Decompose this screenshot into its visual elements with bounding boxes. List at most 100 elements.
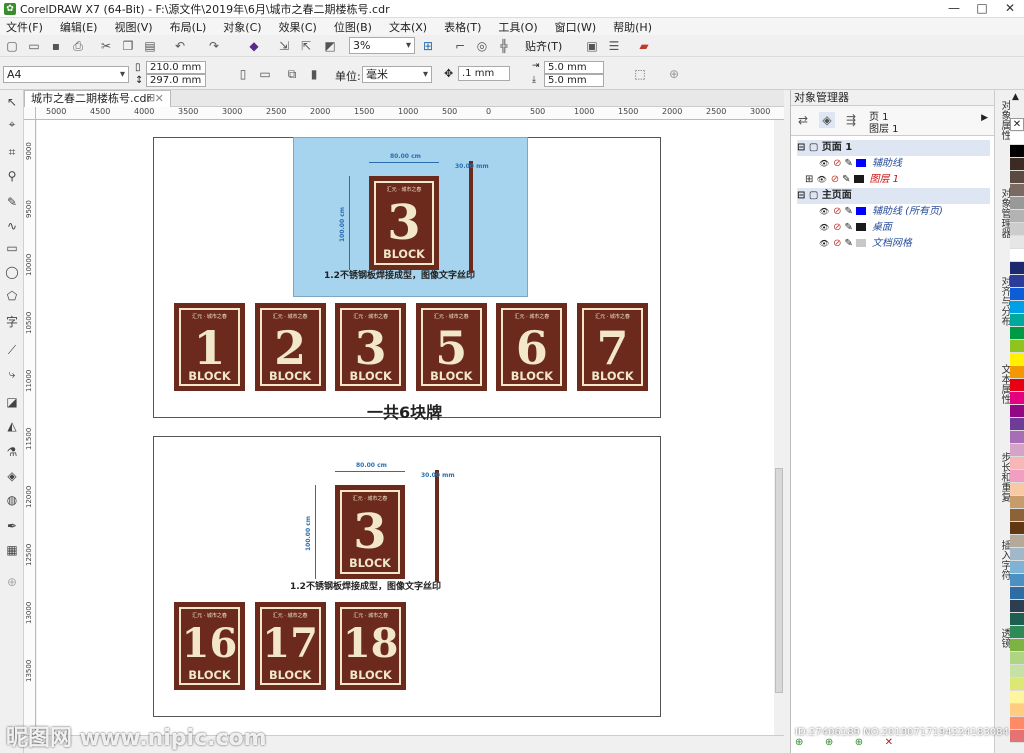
interactive-fill-icon[interactable]: ◈ — [4, 468, 20, 484]
freehand-tool-icon[interactable]: ✎ — [4, 194, 20, 210]
palette-swatch[interactable] — [1010, 483, 1024, 496]
vertical-scrollbar[interactable] — [774, 120, 784, 735]
palette-swatch[interactable] — [1010, 470, 1024, 483]
palette-swatch[interactable] — [1010, 366, 1024, 379]
duplicate-distance-y-field[interactable]: 5.0 mm — [544, 74, 604, 87]
palette-swatch[interactable] — [1010, 600, 1024, 613]
editable-pencil-icon[interactable]: ✎ — [845, 238, 853, 249]
editable-pencil-icon[interactable]: ✎ — [845, 206, 853, 217]
sample-plaque[interactable]: 汇元 · 城市之春 3 BLOCK — [369, 176, 439, 270]
layer-row[interactable]: 👁 ⊘ ✎ 辅助线 — [797, 156, 990, 172]
palette-swatch[interactable] — [1010, 691, 1024, 704]
close-button[interactable]: ✕ — [996, 0, 1024, 18]
snap-to-button[interactable]: 贴齐(T) — [525, 38, 562, 54]
palette-swatch[interactable] — [1010, 145, 1024, 158]
new-layer-icon[interactable]: ⊕ — [795, 737, 803, 748]
search-content-icon[interactable]: ◆ — [246, 38, 262, 54]
visibility-eye-icon[interactable]: 👁 — [819, 159, 829, 168]
palette-swatch[interactable] — [1010, 652, 1024, 665]
palette-swatch[interactable] — [1010, 223, 1024, 236]
plaque-3[interactable]: 汇元 · 城市之春 3 BLOCK — [335, 303, 407, 391]
paste-icon[interactable]: ▤ — [142, 38, 158, 54]
zoom-level-select[interactable]: 3% — [349, 37, 415, 54]
show-grid-icon[interactable]: ◎ — [474, 38, 490, 54]
print-icon[interactable]: ⎙ — [70, 38, 86, 54]
current-page-icon[interactable]: ▮ — [306, 66, 322, 82]
collapse-toggle-icon[interactable]: ⊟ — [797, 190, 809, 201]
sample-plaque[interactable]: 汇元 · 城市之春 3 BLOCK — [335, 485, 405, 579]
delete-icon[interactable]: ✕ — [885, 737, 893, 748]
palette-swatch[interactable] — [1010, 613, 1024, 626]
pick-tool-icon[interactable]: ↖ — [4, 94, 20, 110]
plaque-2[interactable]: 汇元 · 城市之春 2 BLOCK — [254, 303, 326, 391]
save-icon[interactable]: ▪ — [48, 38, 64, 54]
new-master-layer-icon[interactable]: ⊕ — [825, 737, 833, 748]
landscape-icon[interactable]: ▭ — [257, 66, 273, 82]
plaque-1[interactable]: 汇元 · 城市之春 1 BLOCK — [174, 303, 245, 391]
ruler-origin[interactable] — [24, 107, 36, 120]
application-launcher-icon[interactable]: ▰ — [636, 38, 652, 54]
add-tool-icon[interactable]: ⊕ — [4, 574, 20, 590]
palette-swatch[interactable] — [1010, 197, 1024, 210]
menu-text[interactable]: 文本(X) — [389, 19, 427, 35]
minimize-button[interactable]: — — [940, 0, 968, 18]
smart-fill-icon[interactable]: ◍ — [4, 492, 20, 508]
show-rulers-icon[interactable]: ⌐ — [452, 38, 468, 54]
menu-view[interactable]: 视图(V) — [114, 19, 152, 35]
expand-toggle-icon[interactable]: ⊞ — [805, 174, 817, 185]
visibility-eye-icon[interactable]: 👁 — [819, 207, 829, 216]
rectangle-tool-icon[interactable]: ▭ — [4, 240, 20, 256]
palette-swatch[interactable] — [1010, 444, 1024, 457]
palette-swatch[interactable] — [1010, 457, 1024, 470]
color-eyedropper-icon[interactable]: ⚗ — [4, 444, 20, 460]
transparency-tool-icon[interactable]: ◭ — [4, 418, 20, 434]
palette-swatch[interactable] — [1010, 392, 1024, 405]
shape-tool-icon[interactable]: ⌖ — [4, 116, 20, 132]
palette-swatch[interactable] — [1010, 587, 1024, 600]
editable-pencil-icon[interactable]: ✎ — [845, 222, 853, 233]
palette-swatch[interactable] — [1010, 379, 1024, 392]
palette-swatch[interactable] — [1010, 353, 1024, 366]
palette-swatch[interactable] — [1010, 431, 1024, 444]
visibility-eye-icon[interactable]: 👁 — [819, 223, 829, 232]
plaque-16[interactable]: 汇元 · 城市之春 16 BLOCK — [174, 602, 245, 690]
palette-swatch[interactable] — [1010, 626, 1024, 639]
panel-menu-icon[interactable]: ▶ — [981, 113, 988, 123]
maximize-button[interactable]: □ — [968, 0, 996, 18]
publish-pdf-icon[interactable]: ◩ — [322, 38, 338, 54]
palette-swatch[interactable] — [1010, 730, 1024, 743]
crop-tool-icon[interactable]: ⌗ — [4, 144, 20, 160]
layer-group-row[interactable]: ⊟ ▢ 主页面 — [797, 188, 990, 204]
palette-swatch[interactable] — [1010, 340, 1024, 353]
artistic-media-icon[interactable]: ∿ — [4, 218, 20, 234]
palette-swatch[interactable] — [1010, 496, 1024, 509]
visibility-eye-icon[interactable]: 👁 — [817, 175, 827, 184]
copy-icon[interactable]: ❐ — [120, 38, 136, 54]
plaque-7[interactable]: 汇元 · 城市之春 7 BLOCK — [577, 303, 648, 391]
palette-swatch[interactable] — [1010, 184, 1024, 197]
printable-icon[interactable]: ⊘ — [831, 174, 839, 185]
palette-swatch[interactable] — [1010, 704, 1024, 717]
add-toolbar-item-icon[interactable]: ⊕ — [666, 66, 682, 82]
menu-bitmaps[interactable]: 位图(B) — [334, 19, 372, 35]
undo-icon[interactable]: ↶ — [172, 38, 188, 54]
paper-size-select[interactable]: A4 — [3, 66, 129, 83]
printable-icon[interactable]: ⊘ — [833, 158, 841, 169]
palette-swatch[interactable] — [1010, 158, 1024, 171]
portrait-icon[interactable]: ▯ — [235, 66, 251, 82]
mesh-fill-icon[interactable]: ▦ — [4, 542, 20, 558]
all-pages-icon[interactable]: ⧉ — [284, 66, 300, 82]
layer-row[interactable]: 👁 ⊘ ✎ 文档网格 — [797, 236, 990, 252]
plaque-6[interactable]: 汇元 · 城市之春 6 BLOCK — [496, 303, 568, 391]
palette-swatch[interactable] — [1010, 639, 1024, 652]
units-select[interactable]: 毫米 — [362, 66, 432, 83]
polygon-tool-icon[interactable]: ⬠ — [4, 288, 20, 304]
no-color-swatch[interactable]: ✕ — [1010, 118, 1024, 131]
palette-swatch[interactable] — [1010, 522, 1024, 535]
import-icon[interactable]: ⇲ — [276, 38, 292, 54]
menu-help[interactable]: 帮助(H) — [613, 19, 652, 35]
palette-swatch[interactable] — [1010, 132, 1024, 145]
printable-icon[interactable]: ⊘ — [833, 238, 841, 249]
palette-swatch[interactable] — [1010, 561, 1024, 574]
drop-shadow-icon[interactable]: ◪ — [4, 394, 20, 410]
